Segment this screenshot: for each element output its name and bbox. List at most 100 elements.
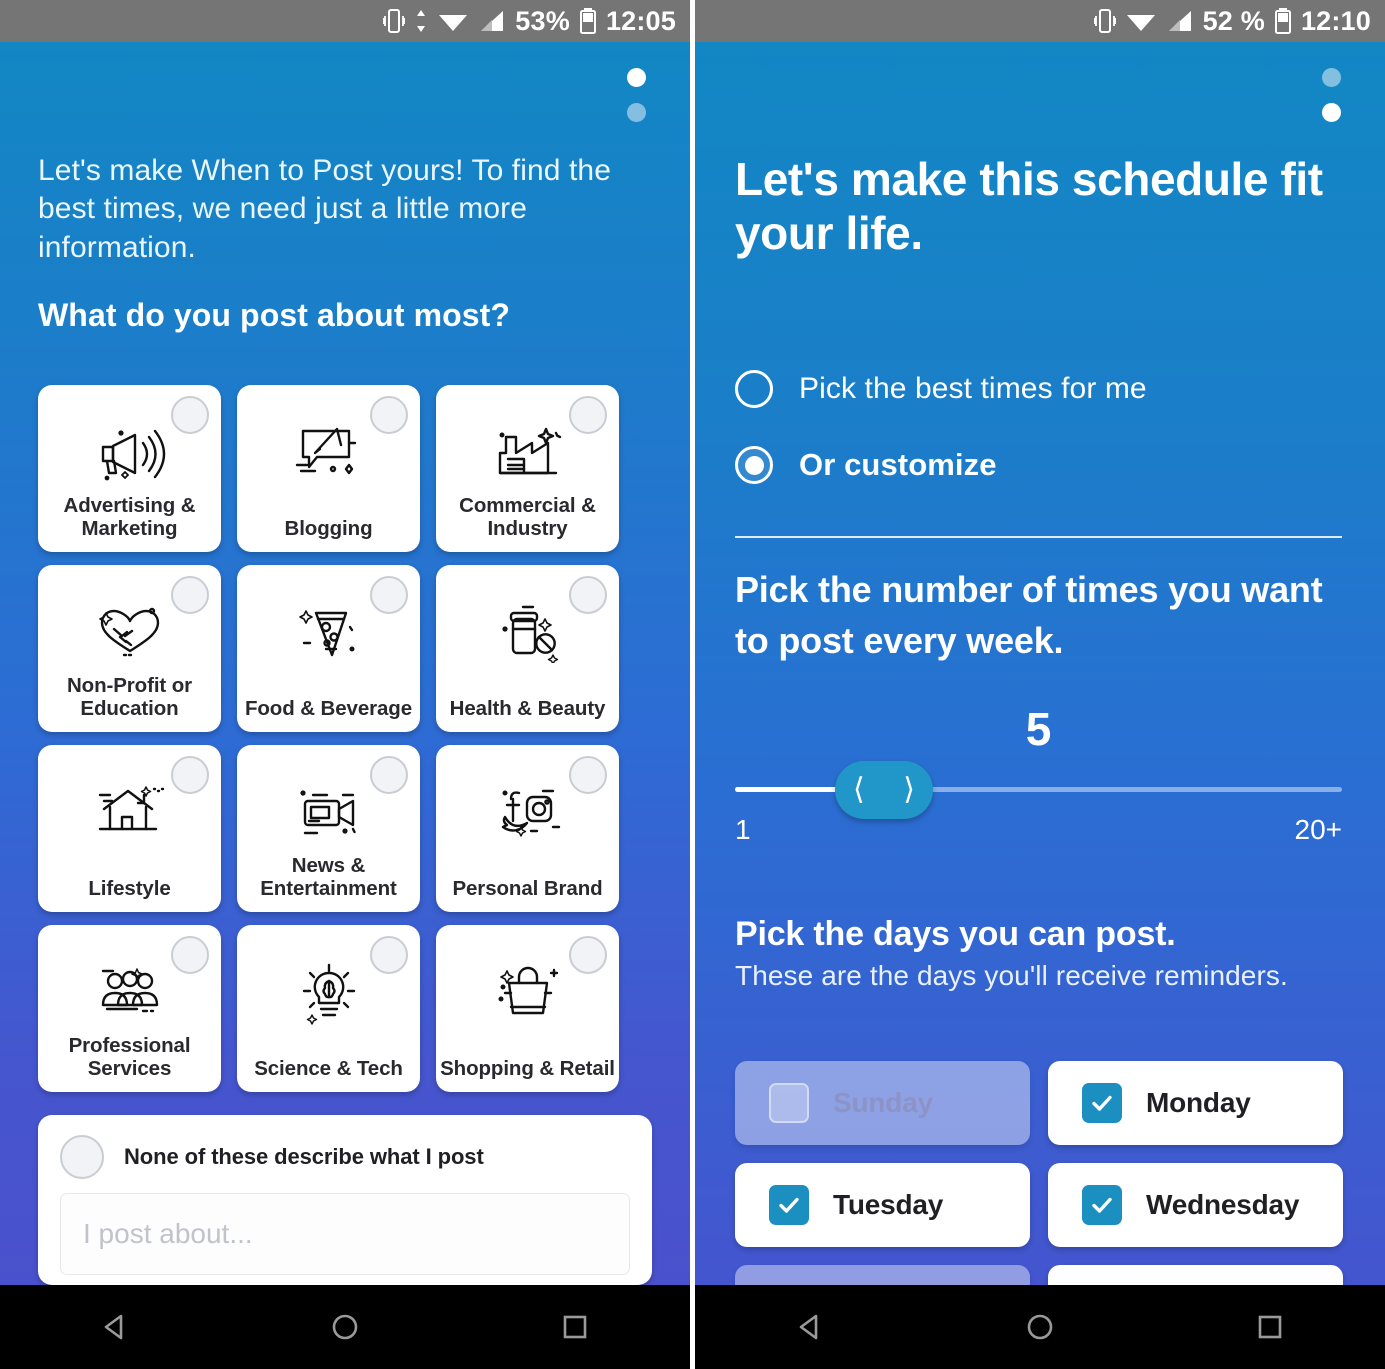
- onboarding-schedule-screen: Let's make this schedule fit your life. …: [695, 42, 1385, 1285]
- signal-icon: [1166, 7, 1194, 35]
- page-dot-1[interactable]: [1322, 68, 1341, 87]
- category-card-personal-brand[interactable]: Personal Brand: [436, 745, 619, 912]
- house-icon: [38, 783, 221, 841]
- wifi-icon: [1125, 7, 1157, 35]
- category-card-science-tech[interactable]: Science & Tech: [237, 925, 420, 1092]
- clock-right: 12:10: [1300, 5, 1371, 36]
- lightbulb-brain-icon: [237, 963, 420, 1025]
- megaphone-icon: [38, 423, 221, 485]
- back-icon[interactable]: [80, 1292, 150, 1362]
- category-card-advertising-marketing[interactable]: Advertising & Marketing: [38, 385, 221, 552]
- slider-track-fill: [735, 787, 845, 792]
- home-icon[interactable]: [1005, 1292, 1075, 1362]
- category-label: Commercial & Industry: [459, 494, 596, 541]
- battery-icon: [579, 7, 597, 35]
- data-transfer-icon: [414, 7, 428, 35]
- home-icon[interactable]: [310, 1292, 380, 1362]
- day-toggle-tuesday[interactable]: Tuesday: [735, 1163, 1030, 1247]
- handshake-heart-icon: [38, 603, 221, 663]
- social-networks-icon: [436, 783, 619, 843]
- category-card-commercial-industry[interactable]: Commercial & Industry: [436, 385, 619, 552]
- day-toggle-thursday[interactable]: Thursday: [735, 1265, 1030, 1285]
- mode-option-best-times[interactable]: Pick the best times for me: [735, 370, 1147, 408]
- day-toggle-friday[interactable]: Friday: [1048, 1265, 1343, 1285]
- days-subheading: These are the days you'll receive remind…: [735, 960, 1288, 991]
- mode-option-label: Or customize: [799, 447, 997, 482]
- vibrate-icon: [1093, 7, 1116, 35]
- recents-icon[interactable]: [1235, 1292, 1305, 1362]
- day-toggle-sunday[interactable]: Sunday: [735, 1061, 1030, 1145]
- status-bar-right: 52 % 12:10: [695, 0, 1385, 42]
- page-indicator-right: [1322, 68, 1341, 122]
- day-label: Monday: [1146, 1087, 1251, 1118]
- slider-thumb[interactable]: ⟨ ⟩: [835, 761, 933, 819]
- page-dot-2[interactable]: [627, 103, 646, 122]
- section-divider: [735, 536, 1342, 538]
- day-label: Wednesday: [1146, 1189, 1300, 1220]
- category-label: Shopping & Retail: [440, 1057, 615, 1081]
- category-card-food-beverage[interactable]: Food & Beverage: [237, 565, 420, 732]
- radio-selected-icon[interactable]: [735, 446, 773, 484]
- vibrate-icon: [383, 7, 406, 35]
- frequency-slider[interactable]: 5 ⟨ ⟩ 1 20+: [735, 702, 1342, 852]
- checkbox-checked-icon[interactable]: [1082, 1083, 1122, 1123]
- dual-screenshot: 53% 12:05 Let's make When to Post yours!…: [0, 0, 1385, 1369]
- category-grid: Advertising & Marketing Blogging Commerc…: [38, 385, 652, 1092]
- intro-paragraph: Let's make When to Post yours! To find t…: [38, 154, 611, 264]
- back-icon[interactable]: [775, 1292, 845, 1362]
- page-indicator-left: [627, 68, 646, 122]
- days-heading: Pick the days you can post.: [735, 915, 1176, 953]
- none-of-these-card[interactable]: None of these describe what I post I pos…: [38, 1115, 652, 1285]
- factory-icon: [436, 423, 619, 483]
- people-group-icon: [38, 963, 221, 1019]
- post-about-input[interactable]: I post about...: [60, 1193, 630, 1275]
- left-phone-screen: 53% 12:05 Let's make When to Post yours!…: [0, 0, 690, 1369]
- category-label: Health & Beauty: [449, 697, 606, 721]
- category-label: Non-Profit or Education: [66, 674, 193, 721]
- none-of-these-radio[interactable]: [60, 1135, 104, 1179]
- category-card-health-beauty[interactable]: Health & Beauty: [436, 565, 619, 732]
- day-toggle-wednesday[interactable]: Wednesday: [1048, 1163, 1343, 1247]
- page-title: What do you post about most?: [38, 297, 511, 333]
- android-nav-bar-left: [0, 1285, 690, 1369]
- mode-option-customize[interactable]: Or customize: [735, 446, 997, 484]
- day-toggle-monday[interactable]: Monday: [1048, 1061, 1343, 1145]
- frequency-heading: Pick the number of times you want to pos…: [735, 569, 1323, 662]
- category-card-blogging[interactable]: Blogging: [237, 385, 420, 552]
- recents-icon[interactable]: [540, 1292, 610, 1362]
- clock-left: 12:05: [605, 5, 676, 36]
- android-nav-bar-right: [695, 1285, 1385, 1369]
- category-label: Professional Services: [68, 1034, 191, 1081]
- days-grid: Sunday Monday Tuesday Wednesday: [735, 1061, 1343, 1285]
- category-label: News & Entertainment: [260, 854, 397, 901]
- page-dot-2[interactable]: [1322, 103, 1341, 122]
- pill-bottle-icon: [436, 603, 619, 663]
- radio-unselected-icon[interactable]: [735, 370, 773, 408]
- day-label: Tuesday: [833, 1189, 944, 1220]
- category-card-shopping-retail[interactable]: Shopping & Retail: [436, 925, 619, 1092]
- category-card-nonprofit-education[interactable]: Non-Profit or Education: [38, 565, 221, 732]
- shopping-bag-icon: [436, 963, 619, 1021]
- slider-max-label: 20+: [1294, 814, 1343, 845]
- category-card-lifestyle[interactable]: Lifestyle: [38, 745, 221, 912]
- category-label: Personal Brand: [452, 877, 603, 901]
- wifi-icon: [437, 7, 469, 35]
- frequency-value: 5: [1025, 703, 1052, 755]
- checkbox-unchecked-icon[interactable]: [769, 1083, 809, 1123]
- checkbox-checked-icon[interactable]: [769, 1185, 809, 1225]
- chevron-right-icon[interactable]: ⟩: [903, 775, 915, 805]
- pizza-slice-icon: [237, 603, 420, 665]
- mode-option-label: Pick the best times for me: [799, 372, 1147, 405]
- category-label: Blogging: [284, 517, 373, 541]
- chevron-left-icon[interactable]: ⟨: [853, 775, 865, 805]
- battery-percent-right: 52 %: [1202, 5, 1265, 36]
- slider-min-label: 1: [735, 814, 751, 845]
- category-card-news-entertainment[interactable]: News & Entertainment: [237, 745, 420, 912]
- page-dot-1[interactable]: [627, 68, 646, 87]
- none-of-these-label: None of these describe what I post: [124, 1144, 484, 1169]
- status-bar-left: 53% 12:05: [0, 0, 690, 42]
- category-card-professional-services[interactable]: Professional Services: [38, 925, 221, 1092]
- signal-icon: [478, 7, 506, 35]
- checkbox-checked-icon[interactable]: [1082, 1185, 1122, 1225]
- day-label: Sunday: [833, 1087, 933, 1118]
